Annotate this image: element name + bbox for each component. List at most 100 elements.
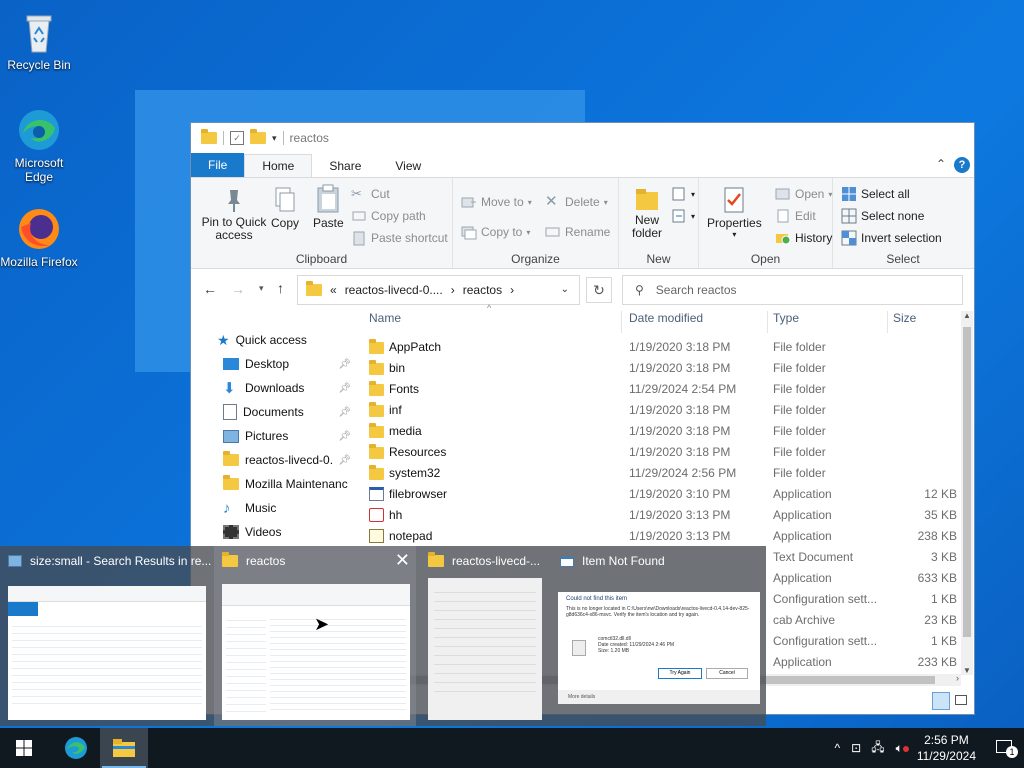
paste-shortcut-button[interactable]: Paste shortcut: [351, 230, 448, 246]
file-type: File folder: [773, 340, 826, 354]
nav-item-downloads[interactable]: ⬇ Downloads 📌︎: [205, 376, 355, 400]
help-icon[interactable]: ?: [954, 157, 970, 173]
table-row[interactable]: notepad 1/19/2020 3:13 PM Application 238 K…: [361, 526, 959, 547]
table-row[interactable]: media 1/19/2020 3:18 PM File folder: [361, 421, 959, 442]
nav-item-quick-access[interactable]: ★ Quick access: [205, 328, 355, 352]
collapse-ribbon-icon[interactable]: ⌃: [936, 157, 946, 171]
application-icon: [369, 487, 384, 501]
nav-item-music[interactable]: ♪ Music: [205, 496, 355, 520]
column-divider[interactable]: [887, 311, 888, 333]
paste-button[interactable]: Paste: [313, 184, 344, 230]
taskbar-explorer-button[interactable]: [100, 728, 148, 768]
open-button[interactable]: Open ▾: [775, 186, 832, 202]
search-input[interactable]: Search reactos: [656, 283, 737, 297]
qa-dropdown-icon[interactable]: ▾: [272, 133, 277, 144]
up-arrow-icon[interactable]: ↑: [277, 280, 284, 296]
edit-button[interactable]: Edit: [775, 208, 816, 224]
move-to-button[interactable]: Move to ▾: [461, 194, 532, 210]
new-item-button[interactable]: ▾: [671, 186, 695, 202]
select-none-button[interactable]: Select none: [841, 208, 924, 224]
desktop-icon-edge[interactable]: Microsoft Edge: [0, 106, 78, 184]
start-button[interactable]: [0, 728, 48, 768]
chevron-right-icon[interactable]: ›: [510, 283, 514, 297]
nav-item-videos[interactable]: Videos: [205, 520, 355, 544]
thumbnail-item-not-found[interactable]: Item Not Found Could not find this item …: [552, 546, 766, 726]
new-folder-button[interactable]: New folder: [627, 186, 667, 240]
search-box[interactable]: ⚲ Search reactos: [622, 275, 963, 305]
scroll-down-icon[interactable]: ▼: [963, 666, 971, 675]
back-arrow-icon[interactable]: ←: [203, 281, 217, 297]
column-divider[interactable]: [621, 311, 622, 333]
new-folder-qa-icon[interactable]: [250, 129, 266, 144]
recent-locations-icon[interactable]: ▾: [259, 283, 264, 294]
notifications-button[interactable]: 1: [984, 740, 1024, 758]
scroll-thumb[interactable]: [963, 327, 971, 637]
tab-share[interactable]: Share: [312, 155, 378, 177]
breadcrumb-current[interactable]: reactos: [463, 283, 502, 297]
forward-arrow-icon[interactable]: →: [231, 281, 245, 297]
breadcrumb-parent[interactable]: reactos-livecd-0....: [345, 283, 443, 297]
rename-button[interactable]: Rename: [545, 224, 610, 240]
scroll-up-icon[interactable]: ▲: [963, 311, 971, 320]
network-icon[interactable]: 🖧︎: [866, 738, 889, 759]
table-row[interactable]: Resources 1/19/2020 3:18 PM File folder: [361, 442, 959, 463]
tab-view[interactable]: View: [378, 155, 438, 177]
desktop-icon-firefox[interactable]: Mozilla Firefox: [0, 205, 78, 269]
easy-access-button[interactable]: ▾: [671, 208, 695, 224]
copy-path-button[interactable]: Copy path: [351, 208, 426, 224]
table-row[interactable]: filebrowser 1/19/2020 3:10 PM Application 1…: [361, 484, 959, 505]
invert-selection-button[interactable]: Invert selection: [841, 230, 942, 246]
column-header-size[interactable]: Size: [893, 311, 916, 337]
column-header-type[interactable]: Type: [773, 311, 799, 337]
large-icons-view-button[interactable]: [952, 692, 970, 710]
tab-file[interactable]: File: [191, 153, 245, 177]
table-row[interactable]: system32 11/29/2024 2:56 PM File folder: [361, 463, 959, 484]
details-view-button[interactable]: [932, 692, 950, 710]
table-row[interactable]: Fonts 11/29/2024 2:54 PM File folder: [361, 379, 959, 400]
table-row[interactable]: bin 1/19/2020 3:18 PM File folder: [361, 358, 959, 379]
address-bar[interactable]: « reactos-livecd-0.... › reactos › ⌄: [297, 275, 580, 305]
scroll-right-icon[interactable]: ›: [956, 673, 959, 683]
vertical-scrollbar[interactable]: ▲ ▼: [961, 311, 973, 675]
thumbnail-reactos-livecd[interactable]: reactos-livecd-...: [420, 546, 548, 726]
nav-item-documents[interactable]: Documents 📌︎: [205, 400, 355, 424]
taskbar-edge-button[interactable]: [52, 728, 100, 768]
history-button[interactable]: History: [775, 230, 832, 246]
clock[interactable]: 2:56 PM 11/29/2024: [909, 732, 984, 764]
folder-icon: [369, 402, 384, 417]
cut-button[interactable]: ✂ Cut: [351, 186, 390, 202]
group-title: Clipboard: [295, 252, 348, 266]
properties-qa-icon[interactable]: ✓: [230, 131, 244, 145]
column-header-name[interactable]: Name: [369, 311, 401, 337]
table-row[interactable]: inf 1/19/2020 3:18 PM File folder: [361, 400, 959, 421]
select-all-button[interactable]: Select all: [841, 186, 910, 202]
show-hidden-icons-icon[interactable]: ^: [829, 741, 847, 755]
nav-item-pictures[interactable]: Pictures 📌︎: [205, 424, 355, 448]
nav-item-reactos-livecd[interactable]: reactos-livecd-0. 📌︎: [205, 448, 355, 472]
dialog-heading: Could not find this item: [566, 596, 628, 602]
column-header-date[interactable]: Date modified: [629, 311, 703, 337]
tab-home[interactable]: Home: [244, 154, 313, 177]
properties-button[interactable]: Properties ▾: [707, 186, 762, 239]
table-row[interactable]: AppPatch 1/19/2020 3:18 PM File folder: [361, 337, 959, 358]
address-dropdown-icon[interactable]: ⌄: [561, 284, 569, 295]
refresh-icon[interactable]: ↻: [586, 277, 612, 303]
delete-button[interactable]: ✕ Delete ▾: [545, 194, 608, 210]
breadcrumb-overflow-icon[interactable]: «: [330, 283, 337, 297]
column-divider[interactable]: [767, 311, 768, 333]
easy-access-icon: [671, 208, 687, 224]
thumbnail-search-results[interactable]: size:small - Search Results in re...: [0, 546, 212, 726]
copy-to-button[interactable]: Copy to ▾: [461, 224, 530, 240]
window-title: reactos: [289, 131, 329, 145]
volume-muted-icon[interactable]: 🔈︎: [890, 741, 909, 756]
pin-quick-access-button[interactable]: Pin to Quick access: [199, 186, 269, 242]
table-row[interactable]: hh 1/19/2020 3:13 PM Application 35 KB: [361, 505, 959, 526]
nav-item-desktop[interactable]: Desktop 📌︎: [205, 352, 355, 376]
close-icon[interactable]: ✕: [395, 550, 410, 571]
chevron-right-icon[interactable]: ›: [451, 283, 455, 297]
desktop-icon-recycle-bin[interactable]: Recycle Bin: [0, 8, 78, 72]
meet-now-icon[interactable]: ⊡: [846, 741, 866, 755]
nav-item-mozilla-maintenance[interactable]: Mozilla Maintenanc: [205, 472, 355, 496]
copy-button[interactable]: Copy: [271, 186, 299, 230]
thumbnail-reactos[interactable]: reactos ✕ ➤: [214, 546, 416, 726]
